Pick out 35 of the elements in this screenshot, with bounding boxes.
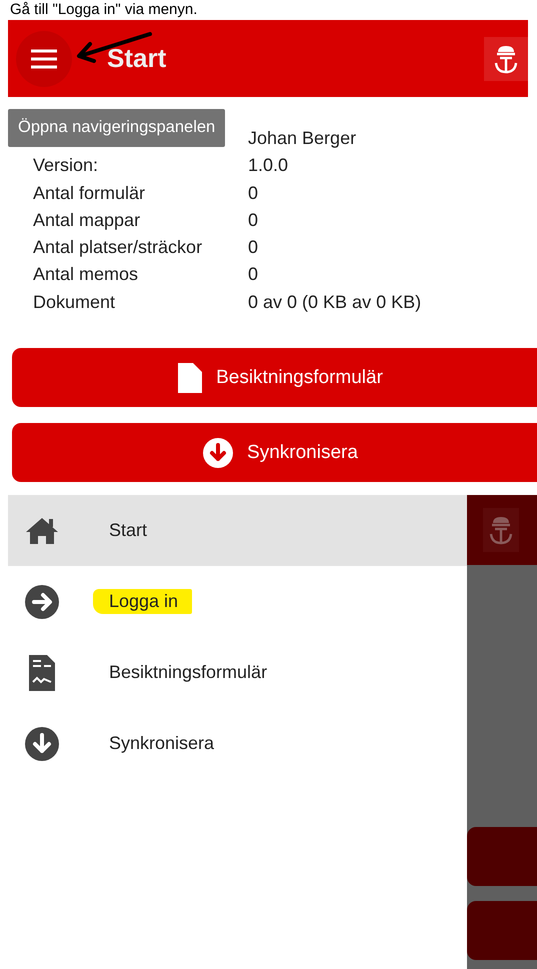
info-label: Antal platser/sträckor — [33, 236, 204, 260]
action-button[interactable]: Synkronisera — [12, 423, 537, 482]
document-icon — [178, 362, 202, 393]
info-value: 0 — [248, 236, 260, 260]
drawer-item-label: Synkronisera — [109, 733, 214, 754]
home-icon — [25, 516, 59, 544]
menu-icon — [30, 48, 58, 68]
arrow-down-circle-icon — [203, 438, 234, 468]
tooltip: Öppna navigeringspanelen — [8, 109, 226, 147]
info-value: 0 — [248, 182, 260, 205]
info-label: Antal memos — [33, 263, 140, 286]
signed-document-icon — [29, 654, 55, 690]
drawer-item[interactable]: Logga in — [8, 566, 467, 637]
drawer-item[interactable]: Synkronisera — [8, 708, 467, 779]
action-button[interactable]: Besiktningsformulär — [12, 348, 537, 408]
info-value: 0 av 0 (0 KB av 0 KB) — [248, 290, 422, 314]
info-label: Antal mappar — [33, 208, 142, 232]
info-label: Version: — [33, 154, 100, 178]
arrow-down-circle-icon — [25, 726, 59, 760]
info-value: 1.0.0 — [248, 154, 290, 178]
drawer-item-label: Logga in — [93, 589, 192, 614]
info-value: 0 — [248, 263, 260, 286]
info-value: Johan Berger — [248, 127, 358, 150]
arrow-right-circle-icon — [25, 584, 59, 618]
app-bar-title: Start — [107, 43, 168, 74]
logo-button[interactable] — [484, 36, 528, 80]
info-label: Dokument — [33, 290, 116, 314]
drawer-item[interactable]: Start — [8, 495, 467, 566]
drawer-item[interactable]: Besiktningsformulär — [8, 637, 467, 708]
drawer-item-label: Start — [109, 520, 148, 541]
caption-text: Gå till "Logga in" via menyn. — [9, 0, 198, 20]
info-value: 0 — [248, 208, 260, 232]
emblem-icon — [488, 514, 514, 546]
info-label: Antal formulär — [33, 182, 146, 205]
drawer-item-label: Besiktningsformulär — [109, 662, 268, 683]
